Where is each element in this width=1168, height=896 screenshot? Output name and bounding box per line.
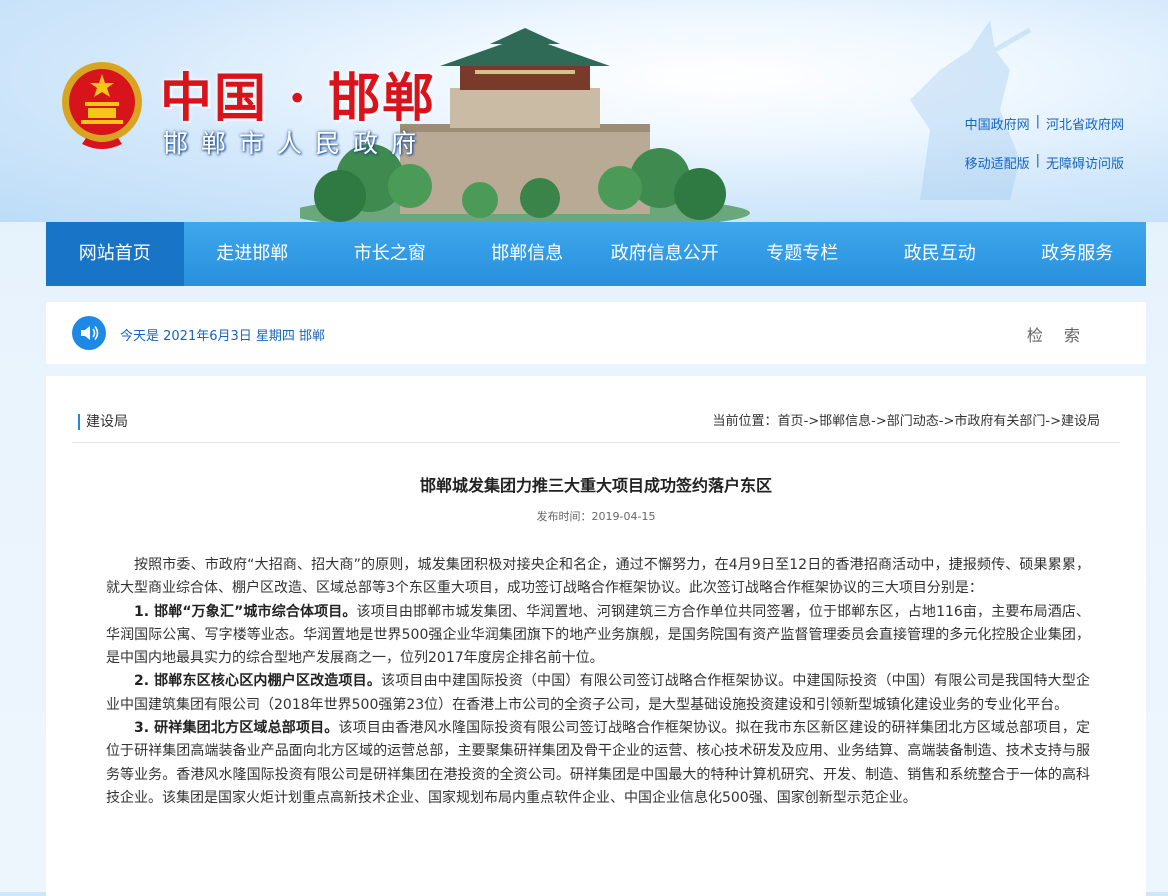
info-bar: 今天是 2021年6月3日 星期四 邯郸 检 索 — [46, 302, 1146, 364]
site-subtitle: 邯郸市人民政府 — [163, 129, 430, 158]
breadcrumb-prefix: 当前位置： — [712, 414, 778, 429]
breadcrumb-gov-depts[interactable]: 市政府有关部门 — [954, 414, 1045, 429]
link-separator: | — [1035, 114, 1040, 129]
breadcrumb-sep: -> — [803, 414, 820, 429]
link-accessible-version[interactable]: 无障碍访问版 — [1046, 153, 1124, 172]
main-nav: 网站首页 走进邯郸 市长之窗 邯郸信息 政府信息公开 专题专栏 政民互动 政务服… — [46, 222, 1146, 286]
link-gov-china[interactable]: 中国政府网 — [965, 114, 1030, 133]
nav-item-gov-disclosure[interactable]: 政府信息公开 — [596, 222, 734, 286]
nav-item-interaction[interactable]: 政民互动 — [871, 222, 1009, 286]
paragraph-lead: 2. 邯郸东区核心区内棚户区改造项目。 — [134, 673, 382, 690]
section-title: 建设局 — [78, 414, 128, 430]
article-title: 邯郸城发集团力推三大重大项目成功签约落户东区 — [419, 476, 772, 495]
article-panel: 建设局 当前位置：首页->邯郸信息->部门动态->市政府有关部门->建设局 邯郸… — [46, 376, 1146, 896]
breadcrumb: 当前位置：首页->邯郸信息->部门动态->市政府有关部门->建设局 — [713, 414, 1100, 430]
link-mobile-version[interactable]: 移动适配版 — [965, 153, 1030, 172]
nav-item-gov-services[interactable]: 政务服务 — [1009, 222, 1147, 286]
article-body: 按照市委、市政府“大招商、招大商”的原则，城发集团积极对接央企和名企，通过不懈努… — [106, 554, 1090, 810]
breadcrumb-handan-info[interactable]: 邯郸信息 — [819, 414, 871, 429]
article-paragraph: 按照市委、市政府“大招商、招大商”的原则，城发集团积极对接央企和名企，通过不懈努… — [106, 554, 1090, 601]
breadcrumb-sep: -> — [871, 414, 887, 429]
breadcrumb-home[interactable]: 首页 — [778, 414, 804, 429]
nav-item-home[interactable]: 网站首页 — [46, 222, 184, 286]
link-separator: | — [1035, 153, 1040, 168]
article-pubdate: 发布时间：2019-04-15 — [536, 510, 656, 523]
header-links: 中国政府网 | 河北省政府网 移动适配版 | 无障碍访问版 — [930, 114, 1124, 192]
breadcrumb-construction-bureau[interactable]: 建设局 — [1061, 414, 1100, 429]
breadcrumb-sep: -> — [1045, 414, 1061, 429]
nav-item-handan-info[interactable]: 邯郸信息 — [459, 222, 597, 286]
site-header: 中国 · 邯郸 邯郸市人民政府 中国政府网 | 河北省政府网 移动适配版 | 无… — [0, 0, 1168, 222]
breadcrumb-dept-news[interactable]: 部门动态 — [887, 414, 939, 429]
article-paragraph: 2. 邯郸东区核心区内棚户区改造项目。该项目由中建国际投资（中国）有限公司签订战… — [106, 670, 1090, 717]
breadcrumb-sep: -> — [938, 414, 955, 429]
site-title: 中国 · 邯郸 — [160, 68, 437, 129]
paragraph-lead: 3. 研祥集团北方区域总部项目。 — [134, 720, 339, 737]
date-text: 今天是 2021年6月3日 星期四 邯郸 — [120, 329, 326, 344]
article-paragraph: 3. 研祥集团北方区域总部项目。该项目由香港风水隆国际投资有限公司签订战略合作框… — [106, 717, 1090, 810]
nav-item-mayor[interactable]: 市长之窗 — [321, 222, 459, 286]
nav-item-special-topics[interactable]: 专题专栏 — [734, 222, 872, 286]
search-button[interactable]: 检 索 — [1027, 322, 1088, 346]
national-emblem-icon — [62, 62, 142, 149]
article-paragraph: 1. 邯郸“万象汇”城市综合体项目。该项目由邯郸市城发集团、华润置地、河钢建筑三… — [106, 601, 1090, 671]
nav-item-about-handan[interactable]: 走进邯郸 — [184, 222, 322, 286]
paragraph-text: 按照市委、市政府“大招商、招大商”的原则，城发集团积极对接央企和名企，通过不懈努… — [106, 557, 1090, 597]
speaker-icon[interactable] — [72, 316, 106, 350]
link-gov-hebei[interactable]: 河北省政府网 — [1046, 114, 1124, 133]
paragraph-lead: 1. 邯郸“万象汇”城市综合体项目。 — [134, 603, 357, 620]
section-divider — [72, 442, 1120, 443]
